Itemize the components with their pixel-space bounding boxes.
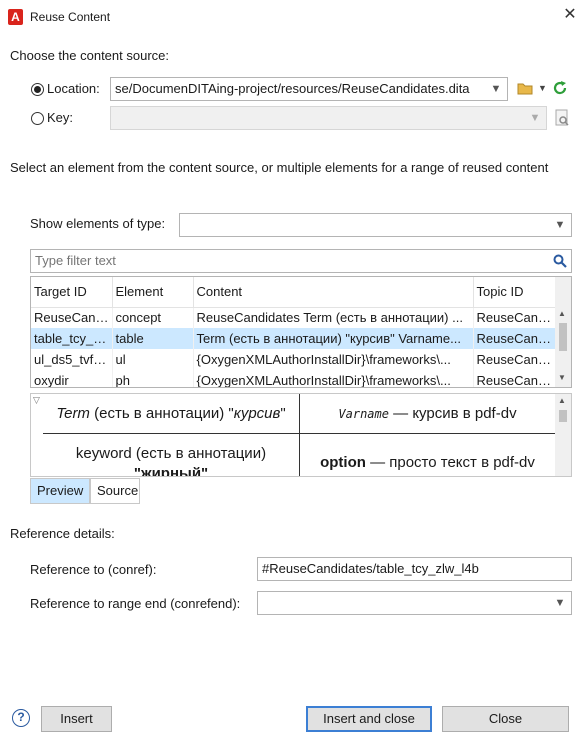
tab-preview[interactable]: Preview bbox=[30, 478, 90, 504]
cell-element: ul bbox=[112, 349, 194, 370]
chevron-down-icon[interactable]: ▼ bbox=[489, 82, 503, 96]
preview-cell-keyword: keyword (есть в аннотации) "жирный" bbox=[75, 445, 267, 477]
chevron-down-icon[interactable]: ▼ bbox=[553, 596, 567, 610]
key-radio[interactable] bbox=[31, 112, 44, 125]
key-combo[interactable]: ▼ bbox=[110, 106, 547, 130]
location-radio[interactable] bbox=[31, 83, 44, 96]
cell-element: table bbox=[112, 328, 194, 349]
cell-target-id: ReuseCandi... bbox=[31, 307, 113, 328]
filter-input[interactable] bbox=[35, 253, 547, 268]
insert-and-close-button[interactable]: Insert and close bbox=[306, 706, 432, 732]
conrefend-combo[interactable]: ▼ bbox=[257, 591, 572, 615]
preview-content: Term (есть в аннотации) "курсив" Varname… bbox=[43, 394, 555, 477]
column-header-topic-id[interactable]: Topic ID bbox=[473, 277, 556, 308]
preview-cell-option: option — просто текст в pdf-dv bbox=[320, 454, 535, 471]
column-header-target-id[interactable]: Target ID bbox=[31, 277, 113, 308]
window-title: Reuse Content bbox=[30, 10, 111, 24]
select-instructions: Select an element from the content sourc… bbox=[10, 160, 549, 175]
table-row[interactable]: ReuseCandi... concept ReuseCandidates Te… bbox=[31, 307, 556, 328]
tab-source[interactable]: Source bbox=[90, 478, 140, 504]
conref-value: #ReuseCandidates/table_tcy_zlw_l4b bbox=[262, 561, 479, 576]
table-row[interactable]: oxydir ph {OxygenXMLAuthorInstallDir}\fr… bbox=[31, 370, 556, 387]
cell-content: ReuseCandidates Term (есть в аннотации) … bbox=[193, 307, 474, 328]
location-combo[interactable]: se/DocumenDITAing-project/resources/Reus… bbox=[110, 77, 508, 101]
cell-topic-id: ReuseCand... bbox=[473, 349, 556, 370]
cell-target-id: ul_ds5_tvf_... bbox=[31, 349, 113, 370]
folder-icon[interactable] bbox=[517, 81, 534, 96]
element-type-combo[interactable]: ▼ bbox=[179, 213, 572, 237]
elements-table: Target ID Element Content Topic ID Reuse… bbox=[30, 276, 572, 388]
cell-content: Term (есть в аннотации) "курсив" Varname… bbox=[193, 328, 474, 349]
column-header-element[interactable]: Element bbox=[112, 277, 194, 308]
cell-content: {OxygenXMLAuthorInstallDir}\frameworks\.… bbox=[193, 370, 474, 387]
table-header: Target ID Element Content Topic ID bbox=[31, 277, 556, 308]
close-button[interactable]: Close bbox=[442, 706, 569, 732]
collapse-triangle-icon[interactable]: ▽ bbox=[33, 395, 40, 406]
location-label: Location: bbox=[47, 81, 100, 96]
scroll-up-icon[interactable]: ▲ bbox=[558, 396, 566, 405]
chevron-down-icon[interactable]: ▼ bbox=[528, 111, 542, 125]
scroll-up-icon[interactable]: ▲ bbox=[558, 309, 566, 318]
show-elements-label: Show elements of type: bbox=[30, 216, 166, 231]
scrollbar-thumb[interactable] bbox=[559, 323, 567, 351]
cell-target-id: table_tcy_zl... bbox=[31, 328, 113, 349]
help-icon[interactable]: ? bbox=[12, 709, 30, 727]
scroll-down-icon[interactable]: ▼ bbox=[558, 373, 566, 382]
preview-cell-term: Term (есть в аннотации) "курсив" bbox=[56, 405, 286, 422]
app-logo-icon: A bbox=[8, 9, 23, 25]
table-scrollbar[interactable]: ▲ ▼ bbox=[555, 277, 571, 387]
cell-element: ph bbox=[112, 370, 194, 387]
conrefend-label: Reference to range end (conrefend): bbox=[30, 596, 241, 611]
refresh-icon[interactable] bbox=[551, 79, 569, 97]
title-bar: A Reuse Content ✕ bbox=[0, 0, 585, 34]
conref-field[interactable]: #ReuseCandidates/table_tcy_zlw_l4b bbox=[257, 557, 572, 581]
cell-topic-id: ReuseCand... bbox=[473, 328, 556, 349]
reference-heading: Reference details: bbox=[10, 526, 115, 541]
cell-target-id: oxydir bbox=[31, 370, 113, 387]
chevron-down-icon[interactable]: ▼ bbox=[553, 218, 567, 232]
cell-content: {OxygenXMLAuthorInstallDir}\frameworks\.… bbox=[193, 349, 474, 370]
column-header-content[interactable]: Content bbox=[193, 277, 474, 308]
cell-element: concept bbox=[112, 307, 194, 328]
search-icon[interactable] bbox=[553, 254, 567, 268]
source-heading: Choose the content source: bbox=[10, 48, 169, 63]
table-row-selected[interactable]: table_tcy_zl... table Term (есть в аннот… bbox=[31, 328, 556, 349]
filter-field[interactable] bbox=[30, 249, 572, 273]
insert-button[interactable]: Insert bbox=[41, 706, 112, 732]
cell-topic-id: ReuseCand... bbox=[473, 307, 556, 328]
folder-menu-arrow-icon[interactable]: ▼ bbox=[538, 83, 547, 93]
conref-label: Reference to (conref): bbox=[30, 562, 157, 577]
table-row[interactable]: ul_ds5_tvf_... ul {OxygenXMLAuthorInstal… bbox=[31, 349, 556, 370]
key-label: Key: bbox=[47, 110, 74, 125]
preview-scrollbar[interactable]: ▲ bbox=[555, 394, 571, 476]
preview-cell-varname: Varname — курсив в pdf-dv bbox=[338, 405, 517, 422]
scrollbar-thumb[interactable] bbox=[559, 410, 567, 422]
key-browse-icon[interactable] bbox=[553, 108, 571, 128]
close-icon[interactable]: ✕ bbox=[560, 5, 580, 25]
cell-topic-id: ReuseCand... bbox=[473, 370, 556, 387]
location-value: se/DocumenDITAing-project/resources/Reus… bbox=[115, 81, 470, 96]
preview-panel: ▽ Term (есть в аннотации) "курсив" Varna… bbox=[30, 393, 572, 477]
